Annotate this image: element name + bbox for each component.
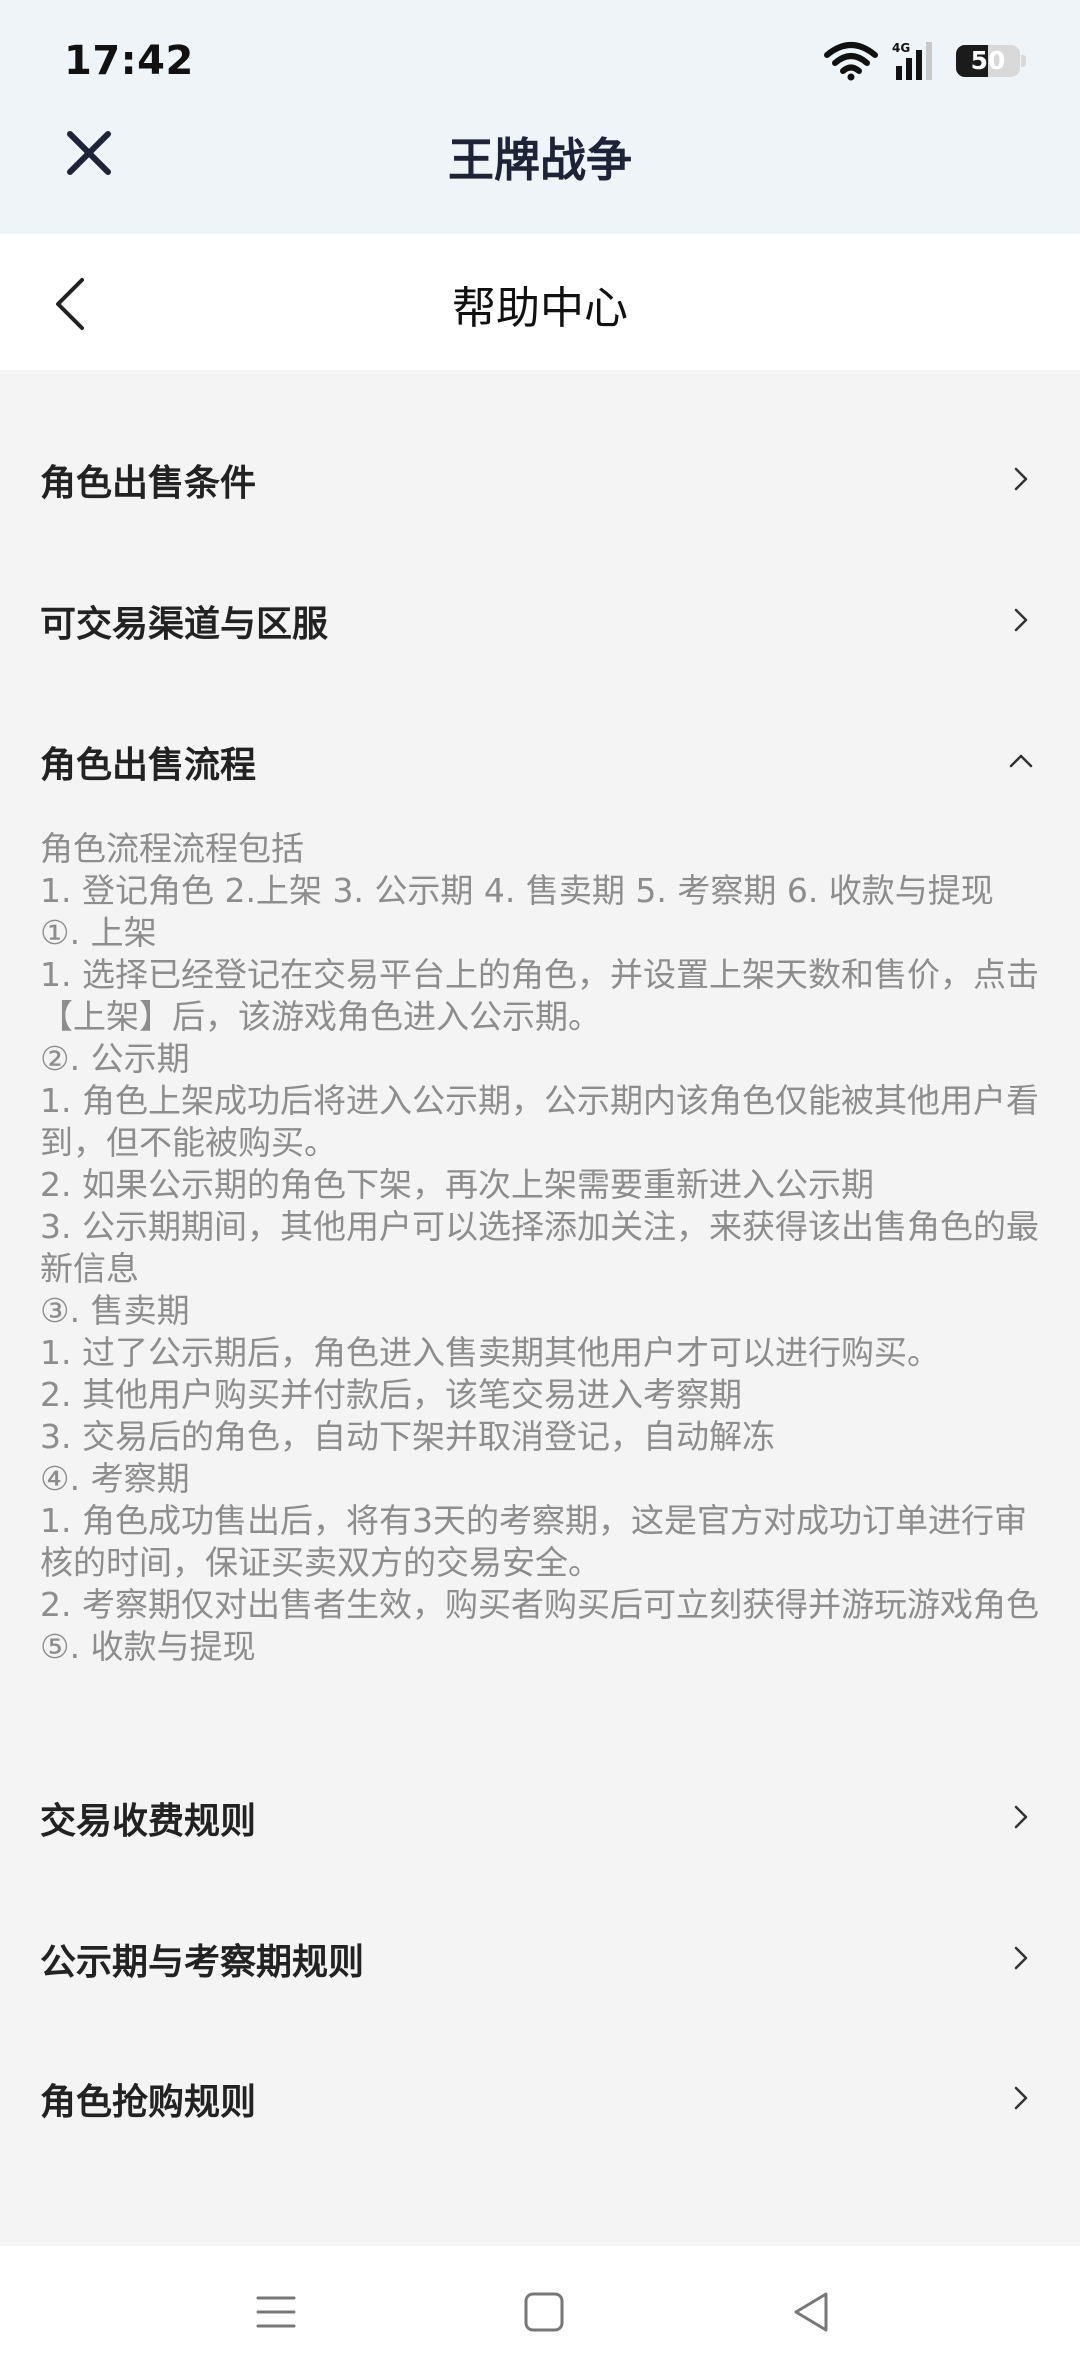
home-button[interactable] — [514, 2282, 574, 2342]
detail-line: ⑤. 收款与提现 — [40, 1627, 256, 1666]
detail-line: 1. 选择已经登记在交易平台上的角色，并设置上架天数和售价，点击【上架】后，该游… — [40, 955, 1039, 1036]
app-title: 王牌战争 — [448, 133, 632, 187]
battery-level-text: 50 — [970, 46, 1006, 75]
detail-line: ④. 考察期 — [40, 1459, 190, 1498]
cellular-signal-icon: 4G — [892, 40, 942, 82]
detail-line: 1. 登记角色 2.上架 3. 公示期 4. 售卖期 5. 考察期 6. 收款与… — [40, 871, 994, 910]
section-trade-channels[interactable]: 可交易渠道与区服 — [0, 571, 1080, 671]
section-flash-sale-rules[interactable]: 角色抢购规则 — [0, 2049, 1080, 2149]
section-sale-conditions[interactable]: 角色出售条件 — [0, 430, 1080, 530]
detail-line: ②. 公示期 — [40, 1039, 190, 1078]
battery-icon: 50 — [956, 45, 1026, 77]
detail-line: ①. 上架 — [40, 913, 157, 952]
chevron-right-icon — [1014, 608, 1028, 632]
chevron-up-icon — [1009, 754, 1033, 768]
chevron-right-icon — [1014, 2086, 1028, 2110]
detail-line: 角色流程流程包括 — [40, 829, 304, 868]
detail-line: 3. 交易后的角色，自动下架并取消登记，自动解冻 — [40, 1417, 775, 1456]
system-nav-bar — [0, 2246, 1080, 2376]
chevron-right-icon — [1014, 467, 1028, 491]
detail-line: 1. 角色成功售出后，将有3天的考察期，这是官方对成功订单进行审核的时间，保证买… — [40, 1501, 1027, 1582]
section-sale-process-detail: 角色流程流程包括 1. 登记角色 2.上架 3. 公示期 4. 售卖期 5. 考… — [40, 828, 1050, 1668]
page-title: 帮助中心 — [452, 283, 628, 334]
page-header: 帮助中心 — [0, 234, 1080, 370]
network-type-label: 4G — [892, 41, 910, 55]
detail-line: 2. 考察期仅对出售者生效，购买者购买后可立刻获得并游玩游戏角色 — [40, 1585, 1039, 1624]
chevron-right-icon — [1014, 1946, 1028, 1970]
wifi-icon — [824, 41, 878, 81]
detail-line: 2. 如果公示期的角色下架，再次上架需要重新进入公示期 — [40, 1165, 874, 1204]
detail-line: 1. 过了公示期后，角色进入售卖期其他用户才可以进行购买。 — [40, 1333, 940, 1372]
detail-line: 2. 其他用户购买并付款后，该笔交易进入考察期 — [40, 1375, 742, 1414]
status-icons: 4G 50 — [824, 40, 1026, 82]
section-fee-rules[interactable]: 交易收费规则 — [0, 1768, 1080, 1868]
section-label: 角色出售流程 — [40, 745, 257, 786]
home-icon — [524, 2292, 564, 2332]
menu-icon — [256, 2296, 296, 2328]
back-icon — [794, 2292, 828, 2332]
section-period-rules[interactable]: 公示期与考察期规则 — [0, 1909, 1080, 2009]
detail-line: 1. 角色上架成功后将进入公示期，公示期内该角色仅能被其他用户看到，但不能被购买… — [40, 1081, 1039, 1162]
back-nav-button[interactable] — [782, 2282, 842, 2342]
chevron-right-icon — [1014, 1805, 1028, 1829]
top-app-bar: 17:42 4G 50 王牌战争 — [0, 0, 1080, 234]
section-sale-process[interactable]: 角色出售流程 — [0, 712, 1080, 812]
section-label: 公示期与考察期规则 — [40, 1942, 365, 1983]
section-label: 角色抢购规则 — [40, 2082, 257, 2123]
detail-line: 3. 公示期期间，其他用户可以选择添加关注，来获得该出售角色的最新信息 — [40, 1207, 1039, 1288]
section-label: 可交易渠道与区服 — [40, 604, 329, 645]
recent-apps-button[interactable] — [246, 2282, 306, 2342]
section-label: 角色出售条件 — [40, 463, 257, 504]
detail-line: ③. 售卖期 — [40, 1291, 190, 1330]
section-label: 交易收费规则 — [40, 1801, 257, 1842]
status-time: 17:42 — [64, 38, 194, 84]
